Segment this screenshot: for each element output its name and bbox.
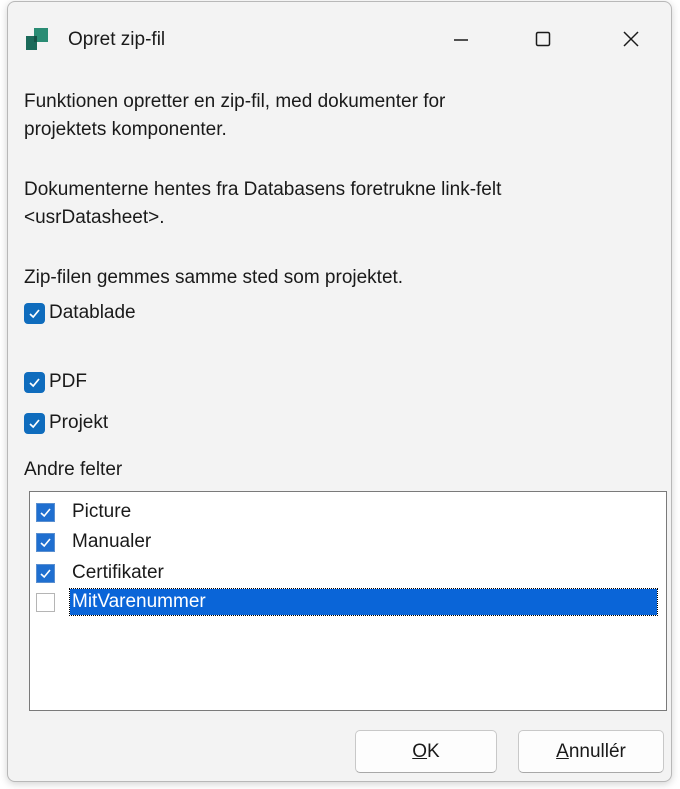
checkbox-checked-icon [24, 302, 45, 324]
cancel-button[interactable]: Annullér [518, 730, 664, 773]
description-paragraph-1: Funktionen opretter en zip-fil, med doku… [24, 88, 445, 144]
pdf-checkbox[interactable]: PDF [24, 369, 87, 395]
close-icon [623, 31, 639, 47]
list-item-picture[interactable]: Picture [36, 499, 133, 525]
description-paragraph-3: Zip-filen gemmes samme sted som projekte… [24, 264, 403, 292]
description-paragraph-2: Dokumenterne hentes fra Databasens foret… [24, 176, 501, 232]
minimize-button[interactable] [438, 16, 484, 62]
maximize-icon [535, 31, 551, 47]
cancel-mnemonic: A [556, 740, 569, 762]
other-fields-listbox[interactable]: Picture Manualer Certifikater MitVarenum… [29, 491, 667, 711]
checkbox-checked-icon[interactable] [36, 532, 55, 552]
description-line: Funktionen opretter en zip-fil, med doku… [24, 91, 446, 112]
checkbox-label: PDF [49, 371, 87, 392]
checkbox-checked-icon [24, 412, 45, 434]
zip-dialog: Opret zip-fil Funktionen opretter en zip… [7, 1, 672, 782]
list-item-manualer[interactable]: Manualer [36, 529, 153, 555]
list-item-label-selected: MitVarenummer [69, 588, 658, 616]
ok-mnemonic: O [412, 740, 428, 762]
description-line: projektets komponenter. [24, 119, 227, 140]
ok-label-rest: K [427, 740, 440, 762]
other-fields-label: Andre felter [24, 459, 123, 480]
checkbox-label: Projekt [49, 412, 109, 433]
checkbox-checked-icon[interactable] [36, 502, 55, 522]
projekt-checkbox[interactable]: Projekt [24, 410, 108, 436]
cancel-label-rest: nnullér [568, 740, 626, 762]
checkbox-checked-icon [24, 371, 45, 393]
checkbox-label: Datablade [49, 302, 136, 323]
description-line: Zip-filen gemmes samme sted som projekte… [24, 267, 404, 288]
datablade-checkbox[interactable]: Datablade [24, 300, 136, 326]
maximize-button[interactable] [520, 16, 566, 62]
list-item-label: Certifikater [72, 562, 164, 583]
window-title: Opret zip-fil [68, 29, 166, 50]
list-item-label: Manualer [72, 531, 152, 552]
close-button[interactable] [608, 16, 654, 62]
description-line: Dokumenterne hentes fra Databasens foret… [24, 179, 502, 200]
ok-button[interactable]: OK [355, 730, 497, 773]
checkbox-checked-icon[interactable] [36, 563, 55, 583]
description-line: <usrDatasheet>. [24, 207, 165, 228]
title-bar[interactable]: Opret zip-fil [8, 2, 671, 76]
list-item-label: Picture [72, 501, 132, 522]
list-item-mitvarenummer[interactable]: MitVarenummer [36, 588, 658, 616]
checkbox-unchecked-icon[interactable] [36, 592, 55, 612]
app-icon [26, 28, 48, 50]
list-item-certifikater[interactable]: Certifikater [36, 560, 166, 586]
minimize-icon [454, 39, 468, 41]
